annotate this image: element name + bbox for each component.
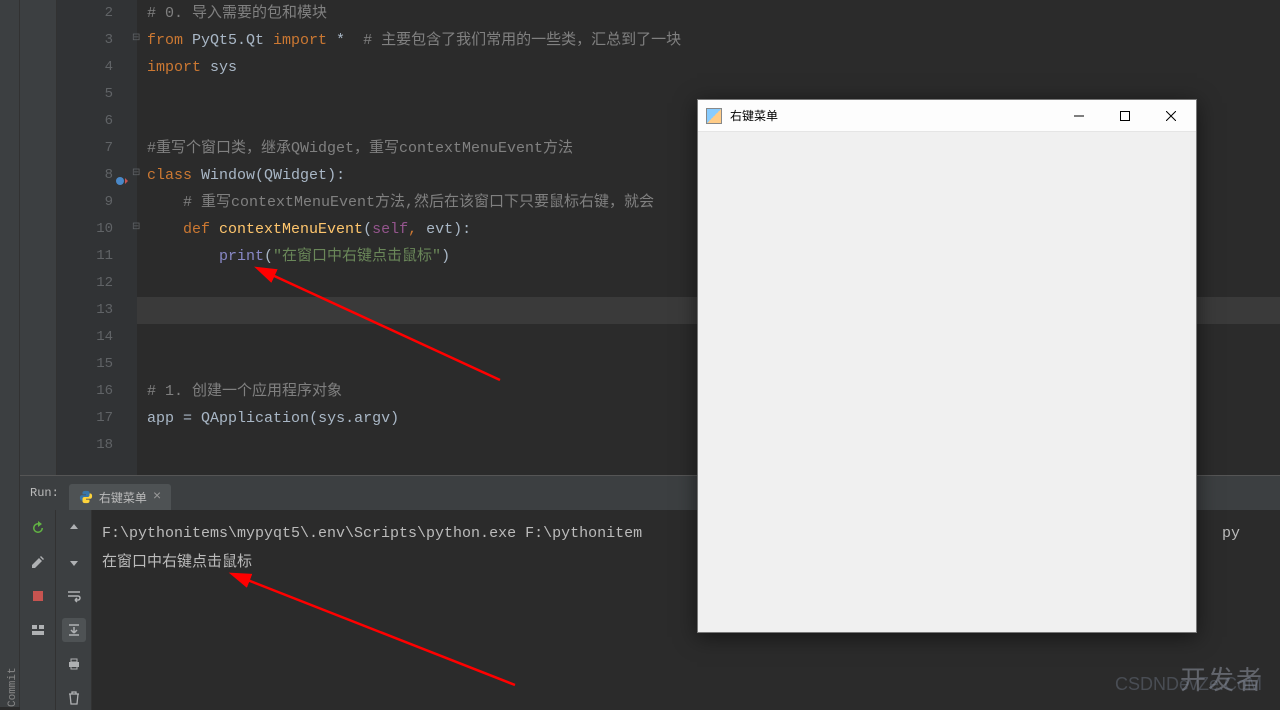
code-arg: sys.argv bbox=[318, 410, 390, 427]
fold-mark-icon[interactable]: ⊟ bbox=[132, 214, 140, 241]
soft-wrap-button[interactable] bbox=[62, 584, 86, 608]
run-tab-label: 右键菜单 bbox=[99, 489, 147, 506]
code-comment: # 重写contextMenuEvent方法,然后在该窗口下只要鼠标右键，就会 bbox=[183, 194, 654, 211]
line-number[interactable]: 11 bbox=[57, 243, 113, 270]
code-self: self bbox=[372, 221, 408, 238]
window-titlebar[interactable]: 右键菜单 bbox=[698, 100, 1196, 132]
close-button[interactable] bbox=[1148, 101, 1194, 131]
layout-button[interactable] bbox=[26, 618, 50, 642]
edit-config-button[interactable] bbox=[26, 550, 50, 574]
delete-button[interactable] bbox=[62, 686, 86, 710]
code-keyword: from bbox=[147, 32, 192, 49]
code-paren: ( bbox=[309, 410, 318, 427]
code-paren: ( bbox=[363, 221, 372, 238]
line-number[interactable]: 18 bbox=[57, 432, 113, 459]
app-window[interactable]: 右键菜单 bbox=[697, 99, 1197, 633]
code-keyword: import bbox=[273, 32, 336, 49]
code-paren: ( bbox=[264, 248, 273, 265]
line-number[interactable]: 3 bbox=[57, 27, 113, 54]
code-param: evt bbox=[426, 221, 453, 238]
line-number[interactable]: 2 bbox=[57, 0, 113, 27]
window-body[interactable] bbox=[698, 132, 1196, 632]
code-paren: ): bbox=[327, 167, 345, 184]
line-number[interactable]: 6 bbox=[57, 108, 113, 135]
code-comma: , bbox=[408, 221, 426, 238]
line-number[interactable]: 5 bbox=[57, 81, 113, 108]
fold-mark-icon[interactable]: ⊟ bbox=[132, 25, 140, 52]
fold-mark-icon[interactable]: ⊟ bbox=[132, 160, 140, 187]
code-paren: ) bbox=[390, 410, 399, 427]
line-number[interactable]: 7 bbox=[57, 135, 113, 162]
code-string: "在窗口中右键点击鼠标" bbox=[273, 248, 441, 265]
code-class: QApplication bbox=[201, 410, 309, 427]
code-module: sys bbox=[210, 59, 237, 76]
run-tab-close-icon[interactable]: × bbox=[153, 489, 161, 505]
line-number[interactable]: 4 bbox=[57, 54, 113, 81]
code-function: contextMenuEvent bbox=[219, 221, 363, 238]
code-op: = bbox=[183, 410, 201, 427]
window-app-icon bbox=[706, 108, 722, 124]
code-classname: Window bbox=[201, 167, 255, 184]
line-number[interactable]: 17 bbox=[57, 405, 113, 432]
code-builtin: print bbox=[219, 248, 264, 265]
override-gutter-icon[interactable] bbox=[115, 173, 131, 189]
window-title: 右键菜单 bbox=[730, 107, 1056, 124]
line-gutter[interactable]: 2 3 4 5 6 7 8 9 10 11 12 13 14 15 16 17 … bbox=[57, 0, 137, 475]
code-paren: ): bbox=[453, 221, 471, 238]
code-comment: #重写个窗口类，继承QWidget，重写contextMenuEvent方法 bbox=[147, 140, 573, 157]
down-button[interactable] bbox=[62, 550, 86, 574]
watermark-text-small: CSDNDevZe.CoM bbox=[1115, 674, 1262, 695]
line-number[interactable]: 15 bbox=[57, 351, 113, 378]
code-var: app bbox=[147, 410, 183, 427]
code-comment: # 1. 创建一个应用程序对象 bbox=[147, 383, 342, 400]
up-button[interactable] bbox=[62, 516, 86, 540]
code-comment: # 0. 导入需要的包和模块 bbox=[147, 5, 327, 22]
code-keyword: def bbox=[183, 221, 219, 238]
line-number[interactable]: 14 bbox=[57, 324, 113, 351]
code-keyword: import bbox=[147, 59, 210, 76]
code-comment: # 主要包含了我们常用的一些类，汇总到了一块 bbox=[363, 32, 681, 49]
line-number[interactable]: 12 bbox=[57, 270, 113, 297]
maximize-button[interactable] bbox=[1102, 101, 1148, 131]
scroll-to-end-button[interactable] bbox=[62, 618, 86, 642]
run-label: Run: bbox=[20, 486, 69, 500]
run-toolbar-secondary bbox=[56, 510, 92, 710]
left-tool-rail: Commit Bookmarks bbox=[0, 0, 20, 707]
print-button[interactable] bbox=[62, 652, 86, 676]
line-number[interactable]: 10 bbox=[57, 216, 113, 243]
project-tool-column bbox=[20, 0, 57, 475]
rerun-button[interactable] bbox=[26, 516, 50, 540]
code-keyword: class bbox=[147, 167, 201, 184]
run-toolbar-primary bbox=[20, 510, 56, 710]
stop-button[interactable] bbox=[26, 584, 50, 608]
run-tab[interactable]: 右键菜单 × bbox=[69, 484, 171, 510]
line-number[interactable]: 8 bbox=[57, 162, 113, 189]
code-module: PyQt5.Qt bbox=[192, 32, 273, 49]
line-number[interactable]: 9 bbox=[57, 189, 113, 216]
code-paren: ) bbox=[441, 248, 450, 265]
code-paren: ( bbox=[255, 167, 264, 184]
code-op: * bbox=[336, 32, 363, 49]
window-buttons bbox=[1056, 101, 1194, 131]
minimize-button[interactable] bbox=[1056, 101, 1102, 131]
python-icon bbox=[79, 490, 93, 504]
line-number[interactable]: 16 bbox=[57, 378, 113, 405]
commit-tab[interactable]: Commit bbox=[7, 8, 19, 707]
line-number[interactable]: 13 bbox=[57, 297, 113, 324]
code-base: QWidget bbox=[264, 167, 327, 184]
